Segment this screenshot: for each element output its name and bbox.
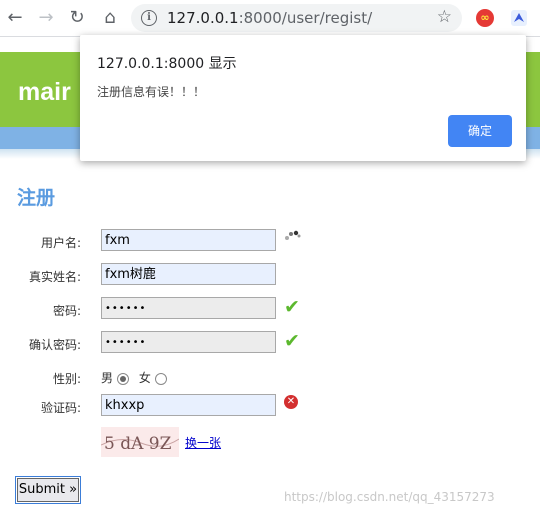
dialog-message: 注册信息有误！！！ bbox=[97, 85, 206, 99]
back-arrow-icon[interactable]: ← bbox=[2, 5, 28, 31]
password-row: 密码: •••••• ✔ bbox=[0, 296, 540, 323]
gender-row: 性别: 男 女 bbox=[0, 365, 540, 391]
gender-female-radio[interactable] bbox=[154, 372, 167, 385]
realname-input[interactable]: fxm树鹿 bbox=[101, 263, 276, 285]
gender-female-label: 女 bbox=[138, 371, 151, 385]
watermark: https://blog.csdn.net/qq_43157273 bbox=[284, 490, 495, 504]
url-path: :8000/user/regist/ bbox=[238, 9, 373, 27]
site-info-icon[interactable]: i bbox=[141, 10, 157, 26]
forward-arrow-icon[interactable]: → bbox=[33, 5, 59, 31]
username-row: 用户名: fxm bbox=[0, 229, 540, 255]
confirm-password-label: 确认密码: bbox=[28, 338, 81, 352]
extension-infinity-icon[interactable]: ∞ bbox=[476, 9, 494, 27]
dialog-title: 127.0.0.1:8000 显示 bbox=[97, 56, 237, 72]
loading-icon bbox=[285, 230, 301, 240]
dialog-ok-button[interactable]: 确定 bbox=[448, 115, 512, 147]
url-text: 127.0.0.1:8000/user/regist/ bbox=[167, 9, 372, 27]
url-host: 127.0.0.1 bbox=[167, 9, 239, 27]
username-label: 用户名: bbox=[40, 236, 81, 250]
captcha-text: 5 dA 9Z bbox=[104, 434, 172, 454]
gender-male-radio[interactable] bbox=[117, 372, 130, 385]
confirm-password-input[interactable]: •••••• bbox=[101, 331, 276, 353]
captcha-image[interactable]: 5 dA 9Z bbox=[101, 427, 179, 457]
browser-toolbar: ← → ↻ ⌂ i 127.0.0.1:8000/user/regist/ ☆ … bbox=[0, 0, 540, 37]
password-input[interactable]: •••••• bbox=[101, 297, 276, 319]
captcha-input[interactable]: khxxp bbox=[101, 394, 276, 416]
username-input[interactable]: fxm bbox=[101, 229, 276, 251]
site-logo: mair bbox=[18, 78, 71, 106]
home-icon[interactable]: ⌂ bbox=[97, 5, 123, 31]
gender-options: 男 女 bbox=[101, 369, 173, 386]
confirm-password-row: 确认密码: •••••• ✔ bbox=[0, 330, 540, 357]
gender-label: 性别: bbox=[52, 372, 81, 386]
gender-male-label: 男 bbox=[101, 371, 114, 385]
extension-bird-icon[interactable] bbox=[510, 9, 528, 27]
star-icon[interactable]: ☆ bbox=[437, 7, 452, 27]
submit-button[interactable]: Submit » bbox=[15, 476, 81, 504]
check-icon: ✔ bbox=[284, 330, 300, 352]
captcha-row: 验证码: khxxp ✕ bbox=[0, 394, 540, 420]
alert-dialog: 127.0.0.1:8000 显示 注册信息有误！！！ 确定 bbox=[80, 35, 526, 161]
error-icon: ✕ bbox=[284, 395, 298, 409]
realname-row: 真实姓名: fxm树鹿 bbox=[0, 263, 540, 289]
realname-label: 真实姓名: bbox=[28, 270, 81, 284]
address-bar[interactable]: i 127.0.0.1:8000/user/regist/ ☆ bbox=[131, 4, 462, 32]
captcha-label: 验证码: bbox=[40, 401, 81, 415]
password-label: 密码: bbox=[52, 304, 81, 318]
change-captcha-link[interactable]: 换一张 bbox=[185, 434, 221, 451]
check-icon: ✔ bbox=[284, 296, 300, 318]
reload-icon[interactable]: ↻ bbox=[64, 5, 90, 31]
form-title: 注册 bbox=[17, 187, 56, 209]
